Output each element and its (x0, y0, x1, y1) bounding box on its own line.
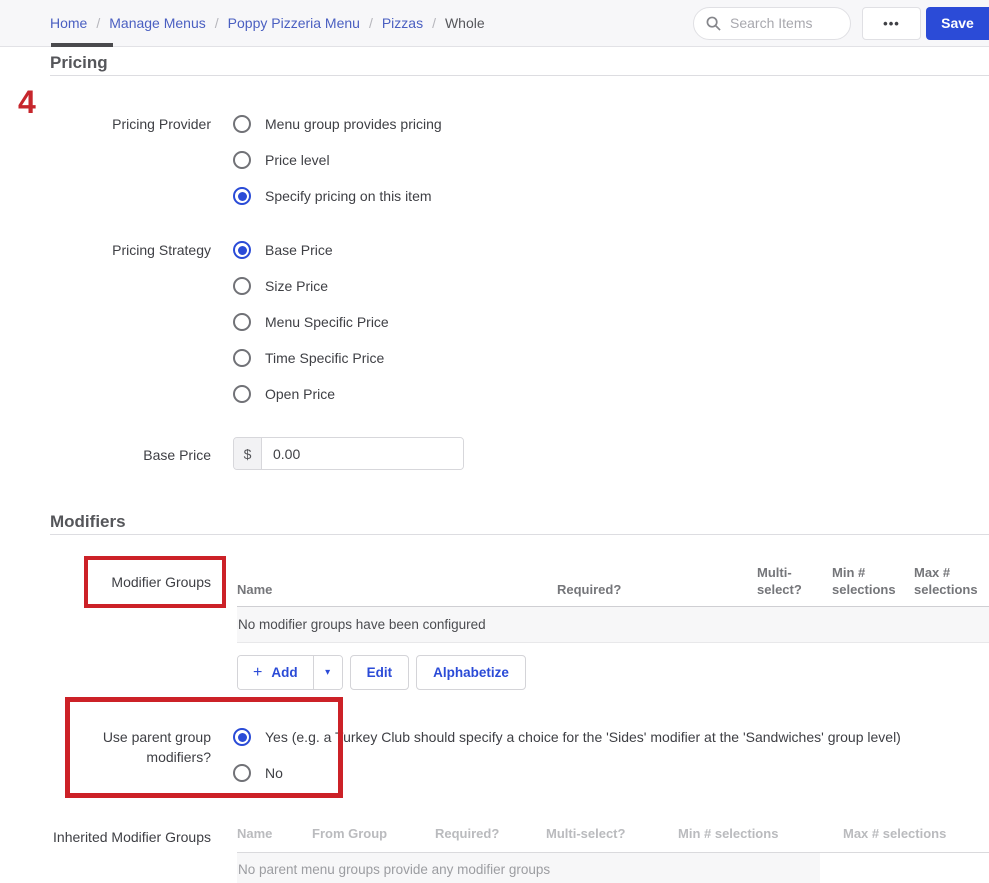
annotation-red-box-modifier-groups: Modifier Groups (84, 556, 226, 608)
inherited-modifier-groups-row: Inherited Modifier Groups Name From Grou… (50, 819, 989, 883)
radio-label[interactable]: Yes (e.g. a Turkey Club should specify a… (265, 729, 901, 745)
topbar-actions: ••• Save (693, 6, 989, 40)
currency-prefix: $ (234, 438, 262, 469)
column-header-max-selections: Max # selections (914, 565, 978, 597)
column-header-multi-select: Multi-select? (757, 565, 802, 597)
modifier-groups-row: Modifier Groups Name Required? Multi-sel… (50, 556, 989, 643)
clipped-scrolled-content (51, 43, 113, 47)
pricing-provider-label: Pricing Provider (112, 116, 211, 132)
radio-label[interactable]: Menu Specific Price (265, 314, 389, 330)
breadcrumb-manage-menus[interactable]: Manage Menus (109, 15, 206, 31)
search-input[interactable] (730, 15, 838, 31)
save-button[interactable]: Save (926, 6, 989, 40)
base-price-input-group: $ (233, 437, 464, 470)
column-header-multi-select: Multi-select? (546, 826, 626, 841)
radio-button[interactable] (233, 115, 251, 133)
modifiers-section-title: Modifiers (50, 512, 126, 531)
radio-button-selected[interactable] (233, 187, 251, 205)
search-box[interactable] (693, 6, 851, 40)
radio-label[interactable]: Base Price (265, 242, 333, 258)
more-options-button[interactable]: ••• (862, 6, 921, 40)
add-button-label: Add (271, 665, 298, 680)
breadcrumb: Home / Manage Menus / Poppy Pizzeria Men… (50, 15, 485, 31)
radio-label[interactable]: Menu group provides pricing (265, 116, 442, 132)
breadcrumb-separator: / (368, 15, 373, 31)
top-bar: Home / Manage Menus / Poppy Pizzeria Men… (0, 0, 989, 47)
column-header-min-selections: Min # selections (832, 565, 896, 597)
column-header-required: Required? (557, 582, 622, 597)
radio-option-menu-specific-price: Menu Specific Price (233, 304, 389, 340)
modifier-groups-label: Modifier Groups (111, 574, 211, 590)
inherited-modifier-groups-table: Name From Group Required? Multi-select? … (237, 819, 989, 883)
chevron-down-icon: ▾ (325, 667, 331, 678)
radio-option-yes: Yes (e.g. a Turkey Club should specify a… (233, 719, 901, 755)
add-split-button: + Add ▾ (237, 655, 343, 690)
add-dropdown-button[interactable]: ▾ (312, 656, 342, 689)
edit-button[interactable]: Edit (349, 655, 410, 690)
radio-option-time-specific-price: Time Specific Price (233, 340, 389, 376)
base-price-row: Base Price $ (50, 437, 989, 470)
breadcrumb-separator: / (96, 15, 101, 31)
alphabetize-button[interactable]: Alphabetize (416, 655, 526, 690)
section-divider (50, 75, 989, 76)
base-price-input[interactable] (262, 438, 463, 469)
base-price-label: Base Price (143, 447, 211, 463)
radio-button[interactable] (233, 385, 251, 403)
radio-label[interactable]: Size Price (265, 278, 328, 294)
add-button[interactable]: + Add (238, 656, 313, 689)
inherited-modifier-groups-label: Inherited Modifier Groups (53, 829, 211, 845)
plus-icon: + (253, 663, 263, 681)
radio-option-open-price: Open Price (233, 376, 389, 412)
radio-label[interactable]: Specify pricing on this item (265, 188, 432, 204)
pricing-section-title: Pricing (50, 53, 108, 72)
inherited-groups-empty-state: No parent menu groups provide any modifi… (237, 853, 820, 883)
breadcrumb-separator: / (432, 15, 436, 31)
column-header-from-group: From Group (312, 826, 388, 841)
use-parent-modifiers-label: Use parent group modifiers? (102, 729, 211, 765)
modifier-groups-table-header: Name Required? Multi-select? Min # selec… (237, 556, 989, 607)
radio-label[interactable]: Price level (265, 152, 330, 168)
breadcrumb-current-item: Whole (444, 15, 485, 31)
radio-option-specify-pricing: Specify pricing on this item (233, 178, 442, 214)
pricing-provider-row: Pricing Provider Menu group provides pri… (50, 106, 989, 214)
pricing-strategy-row: Pricing Strategy Base Price Size Price M… (50, 232, 989, 412)
column-header-name: Name (237, 826, 273, 841)
radio-button[interactable] (233, 277, 251, 295)
radio-button[interactable] (233, 764, 251, 782)
radio-button-selected[interactable] (233, 728, 251, 746)
column-header-required: Required? (435, 826, 500, 841)
radio-option-price-level: Price level (233, 142, 442, 178)
base-price-control: $ (233, 437, 464, 470)
breadcrumb-menu[interactable]: Poppy Pizzeria Menu (228, 15, 360, 31)
radio-option-base-price: Base Price (233, 232, 389, 268)
radio-label[interactable]: Time Specific Price (265, 350, 384, 366)
radio-label[interactable]: Open Price (265, 386, 335, 402)
pricing-provider-radio-group: Menu group provides pricing Price level … (233, 106, 442, 214)
main-content: Pricing Pricing Provider Menu group prov… (0, 47, 989, 883)
radio-label[interactable]: No (265, 765, 283, 781)
section-divider (50, 534, 989, 535)
pricing-strategy-radio-group: Base Price Size Price Menu Specific Pric… (233, 232, 389, 412)
modifier-groups-table: Name Required? Multi-select? Min # selec… (237, 556, 989, 643)
use-parent-radio-group: Yes (e.g. a Turkey Club should specify a… (233, 719, 901, 791)
column-header-name: Name (237, 582, 273, 597)
modifier-groups-actions: + Add ▾ Edit Alphabetize (237, 655, 989, 690)
radio-button[interactable] (233, 151, 251, 169)
breadcrumb-pizzas[interactable]: Pizzas (382, 15, 423, 31)
radio-button[interactable] (233, 349, 251, 367)
inherited-table-header: Name From Group Required? Multi-select? … (237, 819, 989, 853)
modifier-groups-empty-state: No modifier groups have been configured (237, 607, 989, 643)
radio-button-selected[interactable] (233, 241, 251, 259)
breadcrumb-home[interactable]: Home (50, 15, 87, 31)
radio-option-menu-group-pricing: Menu group provides pricing (233, 106, 442, 142)
breadcrumb-separator: / (214, 15, 219, 31)
column-header-min-selections: Min # selections (678, 826, 779, 841)
pricing-strategy-label: Pricing Strategy (112, 242, 211, 258)
search-icon (706, 16, 721, 31)
radio-option-no: No (233, 755, 901, 791)
radio-button[interactable] (233, 313, 251, 331)
radio-option-size-price: Size Price (233, 268, 389, 304)
use-parent-modifiers-row: Use parent group modifiers? Yes (e.g. a … (50, 697, 989, 798)
column-header-max-selections: Max # selections (843, 826, 947, 841)
